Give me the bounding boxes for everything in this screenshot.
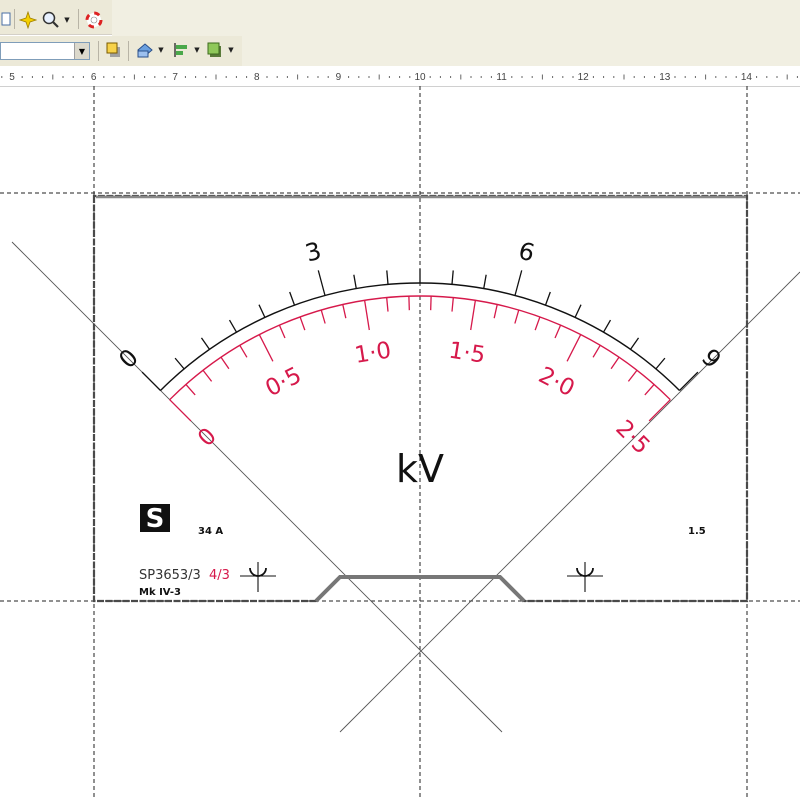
inner-scale-tick [648, 399, 671, 422]
outer-scale-tick [451, 270, 454, 285]
inner-scale-tick [386, 297, 389, 312]
mounting-mark-icon [240, 562, 276, 592]
inner-scale-label: 0·5 [261, 362, 305, 402]
diagonal-guide [339, 271, 800, 733]
ruler-label: 12 [578, 72, 590, 83]
inner-scale-label: 2·5 [610, 415, 654, 459]
outer-scale-tick [655, 357, 666, 370]
logo-letter: S [146, 504, 165, 534]
ruler-marks: 5 6 7 8 9 10 11 12 13 14 [1, 72, 798, 83]
inner-scale-tick [554, 324, 562, 339]
outer-scale-tick [544, 291, 551, 306]
inner-scale-tick [627, 369, 638, 382]
unit-label: kV [396, 447, 444, 491]
drawing-canvas[interactable]: 5 6 7 8 9 10 11 12 13 14 03 6900·51·0 1·52·02·5kVS 3… [0, 0, 800, 800]
inner-scale-tick [644, 384, 655, 396]
outer-scale-tick [141, 371, 161, 391]
outer-scale-tick [679, 371, 699, 391]
inner-scale-tick [363, 300, 370, 331]
inner-scale-tick [239, 344, 248, 358]
inner-scale-tick [202, 369, 213, 382]
outer-scale-tick [200, 337, 211, 350]
inner-scale-tick [169, 399, 192, 422]
inner-scale-tick [185, 384, 196, 396]
outer-scale-label: 9 [696, 343, 727, 374]
outer-scale-tick [174, 357, 185, 370]
part-code-suffix: 4/3 [209, 568, 230, 583]
inner-scale-tick [320, 309, 326, 324]
mark-label: Mk IV-3 [139, 587, 181, 598]
ruler-label: 9 [336, 72, 342, 83]
inner-scale-tick [220, 356, 230, 370]
outer-scale-label: 6 [516, 237, 538, 268]
outer-scale-tick [317, 270, 326, 296]
inner-scale-tick [342, 304, 347, 319]
model-number: 34 A [198, 526, 223, 537]
inner-scale-tick [592, 344, 601, 358]
guide-lines [0, 86, 800, 800]
ruler-label: 8 [254, 72, 260, 83]
ruler-label: 5 [9, 72, 15, 83]
inner-scale-tick [470, 300, 477, 331]
accuracy-class: 1.5 [688, 526, 706, 537]
outer-scale-tick [514, 270, 523, 296]
inner-scale-label: 1·0 [353, 337, 393, 368]
inner-scale-tick [451, 297, 454, 312]
inner-scale-tick [299, 316, 306, 331]
mounting-mark-icon [567, 562, 603, 592]
part-code: SP3653/3 [139, 568, 201, 583]
outer-scale-tick [228, 319, 238, 333]
outer-scale-tick [258, 304, 266, 318]
inner-scale-tick [258, 334, 274, 362]
outer-scale-tick [574, 304, 582, 318]
ruler-label: 7 [172, 72, 178, 83]
outer-scale-label: 3 [302, 237, 324, 268]
inner-scale-tick [493, 304, 498, 319]
ruler-label: 11 [496, 72, 507, 83]
ruler-label: 6 [91, 72, 97, 83]
outer-scale-tick [602, 319, 612, 333]
outer-scale-tick [353, 274, 357, 289]
ruler-label: 13 [659, 72, 671, 83]
inner-scale-tick [278, 324, 286, 339]
ruler-label: 10 [414, 72, 426, 83]
inner-scale-tick [610, 356, 620, 370]
outer-scale-tick [386, 270, 389, 285]
outer-scale-tick [483, 274, 487, 289]
inner-scale-tick [534, 316, 541, 331]
inner-scale-tick [514, 309, 520, 324]
inner-scale-label: 1·5 [447, 337, 487, 368]
manufacturer-logo: S [140, 504, 170, 534]
inner-scale-tick [566, 334, 582, 362]
outer-scale-tick [289, 291, 296, 306]
ruler-label: 14 [741, 72, 753, 83]
inner-scale-label: 2·0 [534, 362, 578, 402]
outer-scale-tick [629, 337, 640, 350]
